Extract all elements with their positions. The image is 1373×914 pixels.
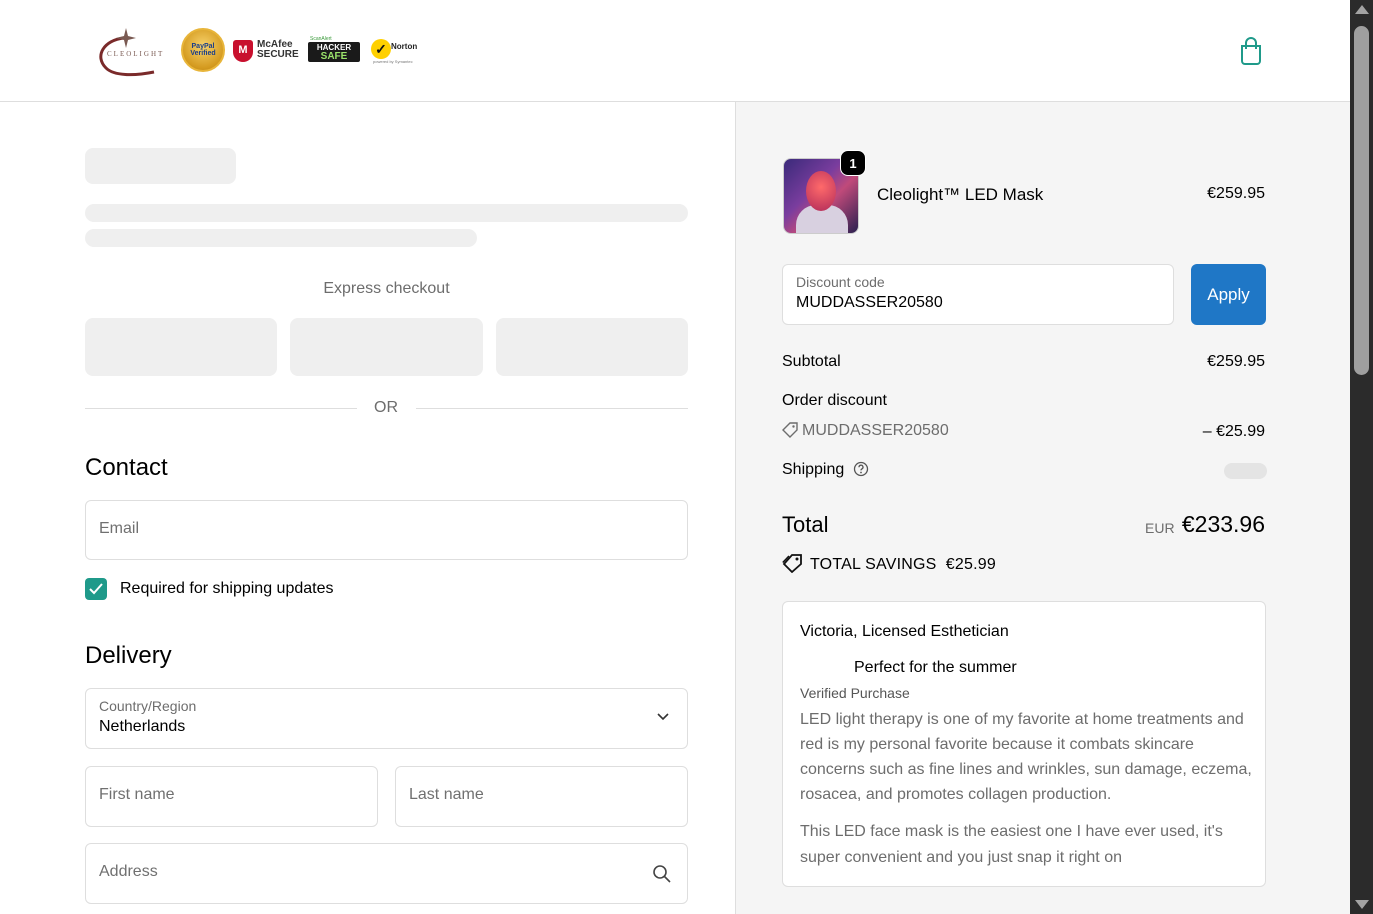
review-author: Victoria, Licensed Esthetician [800, 623, 1009, 640]
discount-code-value: MUDDASSER20580 [796, 294, 943, 311]
country-select[interactable]: Country/Region Netherlands [85, 688, 688, 749]
applied-discount-code: MUDDASSER20580 [782, 422, 949, 440]
norton-badge-text: Norton [391, 42, 418, 51]
order-summary-column: 1 Cleolight™ LED Mask €259.95 Discount c… [735, 102, 1350, 914]
express-checkout-label: Express checkout [323, 280, 450, 297]
mcafee-badge-text: McAfee SECURE [257, 39, 299, 60]
savings-label: TOTAL SAVINGS [810, 556, 937, 573]
norton-secured-badge: ✓ Norton powered by Symantec [371, 38, 421, 64]
shopping-bag-icon[interactable] [1238, 37, 1264, 65]
express-checkout-button[interactable] [496, 318, 688, 376]
express-checkout-button[interactable] [290, 318, 483, 376]
search-icon[interactable] [652, 864, 672, 884]
review-body: LED light therapy is one of my favorite … [800, 711, 1252, 803]
or-divider-text: OR [374, 399, 398, 416]
discount-code-label: Discount code [796, 274, 885, 290]
total-label: Total [782, 512, 829, 537]
express-checkout-button[interactable] [85, 318, 277, 376]
address-field[interactable]: Address [85, 843, 688, 904]
norton-powered-text: powered by Symantec [373, 59, 413, 64]
header: CLEOLIGHT PayPal Verified M McAfee SECUR… [0, 0, 1350, 102]
address-placeholder: Address [99, 863, 158, 880]
shipping-label: Shipping [782, 461, 845, 478]
divider [85, 408, 357, 409]
first-name-field[interactable]: First name [85, 766, 378, 827]
delivery-heading: Delivery [85, 642, 172, 669]
shipping-updates-label: Required for shipping updates [120, 580, 334, 597]
country-label: Country/Region [99, 698, 197, 714]
total-amount: €233.96 [1181, 511, 1265, 537]
help-circle-icon[interactable] [853, 461, 869, 477]
savings-value: €25.99 [945, 556, 996, 573]
applied-discount-code-text: MUDDASSER20580 [802, 422, 949, 439]
scroll-up-arrow-icon[interactable] [1355, 5, 1369, 14]
country-value: Netherlands [99, 718, 186, 735]
paypal-badge-text: PayPal Verified [190, 43, 216, 57]
hacker-badge-line2: SAFE [320, 51, 348, 62]
last-name-field[interactable]: Last name [395, 766, 688, 827]
loading-skeleton-line [85, 229, 477, 247]
quantity-badge: 1 [840, 150, 866, 176]
paypal-verified-badge: PayPal Verified [181, 28, 225, 72]
page-scrollbar[interactable] [1350, 0, 1373, 914]
product-image-face [806, 171, 836, 211]
first-name-placeholder: First name [99, 786, 175, 803]
mcafee-secure-badge: M McAfee SECURE [233, 38, 299, 64]
verified-purchase-label: Verified Purchase [800, 685, 910, 701]
apply-discount-button[interactable]: Apply [1191, 264, 1266, 325]
checkmark-icon [89, 583, 103, 595]
logo-text: CLEOLIGHT [107, 50, 165, 58]
divider [416, 408, 688, 409]
order-discount-label: Order discount [782, 392, 887, 409]
shipping-label-row: Shipping [782, 461, 869, 479]
subtotal-label: Subtotal [782, 353, 841, 370]
scroll-down-arrow-icon[interactable] [1355, 900, 1369, 909]
customer-review-card: Victoria, Licensed Esthetician Perfect f… [782, 601, 1266, 887]
checkout-page: CLEOLIGHT PayPal Verified M McAfee SECUR… [0, 0, 1373, 914]
hacker-safe-badge: ScanAlert HACKER SAFE [308, 36, 360, 62]
product-price: €259.95 [1207, 185, 1265, 202]
loading-skeleton-line [85, 204, 688, 222]
contact-heading: Contact [85, 454, 168, 481]
shipping-loading-skeleton [1224, 463, 1267, 479]
review-title: Perfect for the summer [854, 659, 1017, 676]
chevron-down-icon [657, 713, 669, 721]
discount-amount: – €25.99 [1202, 423, 1265, 440]
total-savings: TOTAL SAVINGS €25.99 [782, 553, 996, 574]
shipping-updates-checkbox[interactable] [85, 578, 107, 600]
scrollbar-thumb[interactable] [1354, 26, 1369, 375]
discount-code-field[interactable]: Discount code MUDDASSER20580 [782, 264, 1174, 325]
total-currency: EUR [1145, 520, 1175, 536]
loading-skeleton-title [85, 148, 236, 184]
hacker-badge-box: HACKER SAFE [308, 42, 360, 62]
email-placeholder: Email [99, 520, 140, 537]
subtotal-value: €259.95 [1207, 353, 1265, 370]
checkout-form-column: Express checkout OR Contact Email Requir… [0, 102, 735, 914]
mcafee-shield-icon: M [233, 40, 253, 62]
norton-check-icon: ✓ [371, 39, 391, 59]
email-field[interactable]: Email [85, 500, 688, 560]
last-name-placeholder: Last name [409, 786, 484, 803]
review-body-continued: This LED face mask is the easiest one I … [800, 823, 1223, 866]
savings-tag-icon [782, 554, 802, 574]
product-name: Cleolight™ LED Mask [877, 185, 1044, 204]
tag-icon [782, 422, 798, 438]
